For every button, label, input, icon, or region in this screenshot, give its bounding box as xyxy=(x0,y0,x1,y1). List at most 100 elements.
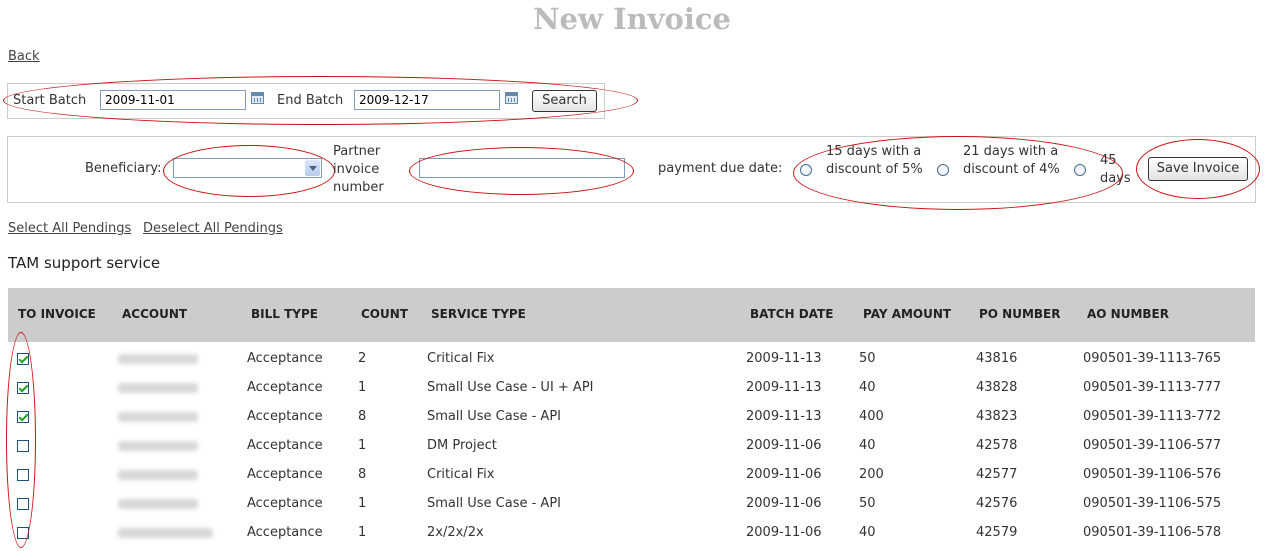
account-redacted xyxy=(118,528,213,538)
select-all-pendings-link[interactable]: Select All Pendings xyxy=(8,221,131,236)
batch-date-cell: 2009-11-06 xyxy=(746,467,822,482)
po-number-cell: 43823 xyxy=(976,409,1018,424)
batch-date-cell: 2009-11-06 xyxy=(746,438,822,453)
search-button[interactable]: Search xyxy=(532,90,597,112)
pay-amount-cell: 40 xyxy=(859,380,876,395)
due-option-radio[interactable] xyxy=(937,164,949,176)
bill-type-cell: Acceptance xyxy=(247,351,323,366)
column-header: BILL TYPE xyxy=(251,307,318,321)
column-header: SERVICE TYPE xyxy=(431,307,526,321)
to-invoice-checkbox[interactable] xyxy=(17,382,29,394)
page-title: New Invoice xyxy=(533,2,731,36)
column-header: AO NUMBER xyxy=(1087,307,1169,321)
column-header: COUNT xyxy=(361,307,408,321)
account-redacted xyxy=(118,470,198,480)
due-option-label: 21 days with a discount of 4% xyxy=(963,144,1060,177)
account-redacted xyxy=(118,499,198,509)
due-option-radio[interactable] xyxy=(1074,164,1086,176)
service-type-cell: DM Project xyxy=(427,438,497,453)
service-type-cell: Small Use Case - API xyxy=(427,409,561,424)
service-type-cell: Critical Fix xyxy=(427,351,495,366)
pay-amount-cell: 40 xyxy=(859,525,876,540)
pay-amount-cell: 50 xyxy=(859,496,876,511)
to-invoice-checkbox[interactable] xyxy=(17,440,29,452)
table-row: Acceptance 1 2x/2x/2x 2009-11-06 40 4257… xyxy=(8,519,1255,548)
account-redacted xyxy=(118,383,198,393)
po-number-cell: 43816 xyxy=(976,351,1018,366)
count-cell: 1 xyxy=(358,525,367,540)
count-cell: 8 xyxy=(358,409,367,424)
count-cell: 1 xyxy=(358,438,367,453)
due-option-label: 15 days with a discount of 5% xyxy=(826,144,923,177)
service-type-cell: 2x/2x/2x xyxy=(427,525,484,540)
batch-date-cell: 2009-11-13 xyxy=(746,380,822,395)
chevron-down-icon xyxy=(305,160,320,176)
to-invoice-checkbox[interactable] xyxy=(17,527,29,539)
account-redacted xyxy=(118,354,198,364)
table-row: Acceptance 1 Small Use Case - UI + API 2… xyxy=(8,374,1255,403)
table-header xyxy=(8,288,1255,342)
column-header: TO INVOICE xyxy=(18,307,96,321)
table-row: Acceptance 8 Small Use Case - API 2009-1… xyxy=(8,403,1255,432)
bill-type-cell: Acceptance xyxy=(247,409,323,424)
bill-type-cell: Acceptance xyxy=(247,380,323,395)
column-header: ACCOUNT xyxy=(122,307,188,321)
count-cell: 8 xyxy=(358,467,367,482)
service-type-cell: Critical Fix xyxy=(427,467,495,482)
count-cell: 1 xyxy=(358,496,367,511)
end-batch-label: End Batch xyxy=(277,93,344,108)
partner-invoice-input[interactable] xyxy=(419,158,625,178)
ao-number-cell: 090501-39-1106-578 xyxy=(1083,525,1222,540)
pay-amount-cell: 200 xyxy=(859,467,884,482)
ao-number-cell: 090501-39-1106-576 xyxy=(1083,467,1222,482)
due-option-label: 45 days xyxy=(1100,153,1131,186)
ao-number-cell: 090501-39-1113-777 xyxy=(1083,380,1222,395)
calendar-icon[interactable] xyxy=(251,92,264,104)
calendar-icon[interactable] xyxy=(505,92,518,104)
pay-amount-cell: 50 xyxy=(859,351,876,366)
to-invoice-checkbox[interactable] xyxy=(17,353,29,365)
ao-number-cell: 090501-39-1106-575 xyxy=(1083,496,1222,511)
account-redacted xyxy=(118,412,198,422)
count-cell: 1 xyxy=(358,380,367,395)
bill-type-cell: Acceptance xyxy=(247,525,323,540)
to-invoice-checkbox[interactable] xyxy=(17,469,29,481)
batch-date-cell: 2009-11-06 xyxy=(746,525,822,540)
column-header: PAY AMOUNT xyxy=(863,307,952,321)
bill-type-cell: Acceptance xyxy=(247,467,323,482)
po-number-cell: 43828 xyxy=(976,380,1018,395)
po-number-cell: 42577 xyxy=(976,467,1018,482)
account-redacted xyxy=(118,441,198,451)
po-number-cell: 42578 xyxy=(976,438,1018,453)
start-batch-input[interactable] xyxy=(100,90,246,110)
to-invoice-checkbox[interactable] xyxy=(17,498,29,510)
end-batch-input[interactable] xyxy=(354,90,500,110)
start-batch-label: Start Batch xyxy=(13,93,87,108)
ao-number-cell: 090501-39-1113-772 xyxy=(1083,409,1222,424)
column-header: BATCH DATE xyxy=(750,307,834,321)
service-type-cell: Small Use Case - API xyxy=(427,496,561,511)
payment-due-label: payment due date: xyxy=(658,161,783,176)
due-option-radio[interactable] xyxy=(800,164,812,176)
save-invoice-button[interactable]: Save Invoice xyxy=(1148,157,1248,181)
bill-type-cell: Acceptance xyxy=(247,438,323,453)
pay-amount-cell: 40 xyxy=(859,438,876,453)
beneficiary-label: Beneficiary: xyxy=(85,161,162,176)
pay-amount-cell: 400 xyxy=(859,409,884,424)
beneficiary-select[interactable] xyxy=(173,158,322,178)
ao-number-cell: 090501-39-1106-577 xyxy=(1083,438,1222,453)
deselect-all-pendings-link[interactable]: Deselect All Pendings xyxy=(143,221,283,236)
to-invoice-checkbox[interactable] xyxy=(17,411,29,423)
batch-date-cell: 2009-11-06 xyxy=(746,496,822,511)
table-row: Acceptance 1 DM Project 2009-11-06 40 42… xyxy=(8,432,1255,461)
bill-type-cell: Acceptance xyxy=(247,496,323,511)
batch-date-cell: 2009-11-13 xyxy=(746,409,822,424)
ao-number-cell: 090501-39-1113-765 xyxy=(1083,351,1222,366)
po-number-cell: 42576 xyxy=(976,496,1018,511)
back-link[interactable]: Back xyxy=(8,49,40,64)
table-row: Acceptance 1 Small Use Case - API 2009-1… xyxy=(8,490,1255,519)
table-row: Acceptance 2 Critical Fix 2009-11-13 50 … xyxy=(8,345,1255,374)
table-row: Acceptance 8 Critical Fix 2009-11-06 200… xyxy=(8,461,1255,490)
batch-date-cell: 2009-11-13 xyxy=(746,351,822,366)
po-number-cell: 42579 xyxy=(976,525,1018,540)
